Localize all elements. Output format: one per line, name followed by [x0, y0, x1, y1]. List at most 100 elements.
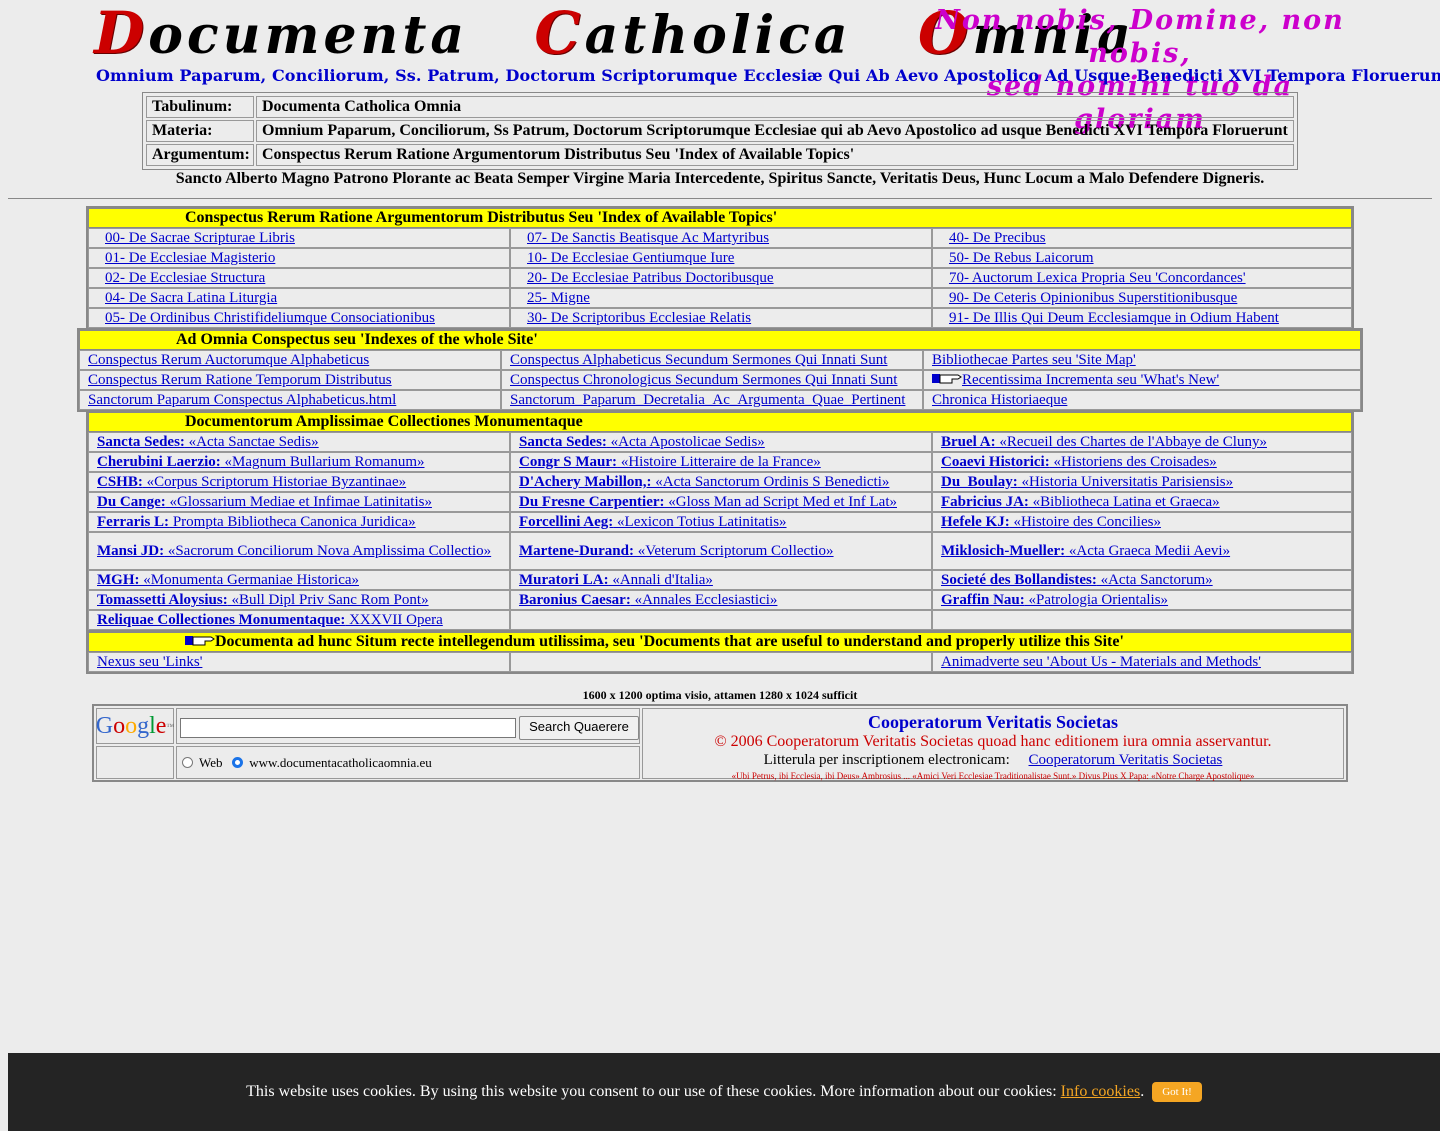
- collection-title: «Acta Sanctorum Ordinis S Benedicti»: [651, 474, 890, 490]
- collection-link[interactable]: Forcellini Aeg: «Lexicon Totius Latinita…: [519, 514, 787, 530]
- topic-link[interactable]: 91- De Illis Qui Deum Ecclesiamque in Od…: [949, 310, 1279, 326]
- index-link[interactable]: Conspectus Rerum Auctorumque Alphabeticu…: [88, 352, 369, 368]
- google-logo[interactable]: Go o g l e ™: [96, 708, 174, 744]
- collection-cell: Societé des Bollandistes: «Acta Sanctoru…: [932, 570, 1352, 590]
- topic-link[interactable]: 02- De Ecclesiae Structura: [105, 270, 265, 286]
- topic-link[interactable]: 50- De Rebus Laicorum: [949, 250, 1094, 266]
- collection-cell: Graffin Nau: «Patrologia Orientalis»: [932, 590, 1352, 610]
- collection-link[interactable]: Sancta Sedes: «Acta Apostolicae Sedis»: [519, 434, 765, 450]
- collection-link[interactable]: Du Cange: «Glossarium Mediae et Infimae …: [97, 494, 432, 510]
- collection-row: Reliquae Collectiones Monumentaque: XXXV…: [88, 610, 1352, 630]
- title-word: ocumenta: [148, 5, 469, 66]
- topic-link[interactable]: 20- De Ecclesiae Patribus Doctoribusque: [527, 270, 774, 286]
- topic-link[interactable]: 25- Migne: [527, 290, 590, 306]
- collection-cell: MGH: «Monumenta Germaniae Historica»: [88, 570, 510, 590]
- collection-title: «Acta Sanctorum»: [1096, 572, 1213, 588]
- collection-link[interactable]: Graffin Nau: «Patrologia Orientalis»: [941, 592, 1168, 608]
- collection-link[interactable]: Coaevi Historici: «Historiens des Croisa…: [941, 454, 1217, 470]
- collection-link[interactable]: MGH: «Monumenta Germaniae Historica»: [97, 572, 359, 588]
- collection-link[interactable]: Tomassetti Aloysius: «Bull Dipl Priv San…: [97, 592, 429, 608]
- search-button[interactable]: Search Quaerere: [519, 716, 639, 740]
- collection-cell: CSHB: «Corpus Scriptorum Historiae Byzan…: [88, 472, 510, 492]
- search-input-cell: Search Quaerere: [176, 708, 640, 744]
- collection-link[interactable]: Ferraris L: Prompta Bibliotheca Canonica…: [97, 514, 416, 530]
- collection-title: «Magnum Bullarium Romanum»: [220, 454, 425, 470]
- useful-cell: Nexus seu 'Links': [88, 652, 510, 672]
- collection-link[interactable]: Martene-Durand: «Veterum Scriptorum Coll…: [519, 542, 834, 560]
- collection-row: Ferraris L: Prompta Bibliotheca Canonica…: [88, 512, 1352, 532]
- topic-link[interactable]: 40- De Precibus: [949, 230, 1046, 246]
- collection-link[interactable]: Baronius Caesar: «Annales Ecclesiastici»: [519, 592, 777, 608]
- about-us-link[interactable]: Animadverte seu 'About Us - Materials an…: [941, 654, 1261, 670]
- email-label: Litterula per inscriptionem electronicam…: [763, 752, 1010, 768]
- topic-link[interactable]: 07- De Sanctis Beatisque Ac Martyribus: [527, 230, 769, 246]
- collection-link[interactable]: Mansi JD: «Sacrorum Conciliorum Nova Amp…: [97, 542, 491, 560]
- index-cell: Bibliothecae Partes seu 'Site Map': [923, 350, 1361, 370]
- collection-link[interactable]: Congr S Maur: «Histoire Litteraire de la…: [519, 454, 821, 470]
- topic-link[interactable]: 04- De Sacra Latina Liturgia: [105, 290, 277, 306]
- collection-author: Forcellini Aeg:: [519, 514, 614, 530]
- index-link[interactable]: Bibliothecae Partes seu 'Site Map': [932, 352, 1136, 368]
- collection-link[interactable]: Bruel A: «Recueil des Chartes de l'Abbay…: [941, 434, 1267, 450]
- collection-link[interactable]: Muratori LA: «Annali d'Italia»: [519, 572, 713, 588]
- collection-cell: Hefele KJ: «Histoire des Concilies»: [932, 512, 1352, 532]
- collection-title: «Acta Sanctae Sedis»: [184, 434, 319, 450]
- index-link[interactable]: Conspectus Rerum Ratione Temporum Distri…: [88, 372, 392, 388]
- index-row: Conspectus Rerum Auctorumque Alphabeticu…: [79, 350, 1361, 370]
- topic-cell: 50- De Rebus Laicorum: [932, 248, 1352, 268]
- index-link[interactable]: Sanctorum Paparum Conspectus Alphabeticu…: [88, 392, 396, 408]
- topic-link[interactable]: 01- De Ecclesiae Magisterio: [105, 250, 275, 266]
- index-link[interactable]: Recentissima Incrementa seu 'What's New': [962, 372, 1219, 388]
- index-link[interactable]: Conspectus Alphabeticus Secundum Sermone…: [510, 352, 887, 368]
- cookie-accept-button[interactable]: Got It!: [1152, 1082, 1202, 1103]
- collection-title: «Annali d'Italia»: [608, 572, 713, 588]
- index-cell: Conspectus Chronologicus Secundum Sermon…: [501, 370, 923, 390]
- topic-link[interactable]: 30- De Scriptoribus Ecclesiae Relatis: [527, 310, 751, 326]
- info-value: Conspectus Rerum Ratione Argumentorum Di…: [256, 144, 1294, 166]
- collection-link[interactable]: Miklosich-Mueller: «Acta Graeca Medii Ae…: [941, 542, 1230, 560]
- collection-title: «Gloss Man ad Script Med et Inf Lat»: [664, 494, 897, 510]
- collection-cell: Miklosich-Mueller: «Acta Graeca Medii Ae…: [932, 532, 1352, 570]
- radio-web[interactable]: [182, 757, 193, 768]
- index-link[interactable]: Chronica Historiaeque: [932, 392, 1067, 408]
- topic-link[interactable]: 10- De Ecclesiae Gentiumque Iure: [527, 250, 734, 266]
- email-link[interactable]: Cooperatorum Veritatis Societas: [1029, 752, 1223, 768]
- cookie-info-link[interactable]: Info cookies: [1061, 1083, 1141, 1100]
- site-subtitle: Omnium Paparum, Conciliorum, Ss. Patrum,…: [96, 66, 1440, 85]
- collection-cell: Reliquae Collectiones Monumentaque: XXXV…: [88, 610, 510, 630]
- collection-cell: Congr S Maur: «Histoire Litteraire de la…: [510, 452, 932, 472]
- info-key: Tabulinum:: [146, 96, 254, 118]
- collection-author: Tomassetti Aloysius:: [97, 592, 228, 608]
- collection-link[interactable]: Hefele KJ: «Histoire des Concilies»: [941, 514, 1161, 530]
- collection-author: CSHB:: [97, 474, 143, 490]
- collection-author: D'Achery Mabillon,:: [519, 474, 652, 490]
- copyright-block: Cooperatorum Veritatis Societas © 2006 C…: [642, 708, 1344, 781]
- topic-link[interactable]: 00- De Sacrae Scripturae Libris: [105, 230, 295, 246]
- topic-cell: 25- Migne: [510, 288, 932, 308]
- collection-link[interactable]: Du Fresne Carpentier: «Gloss Man ad Scri…: [519, 494, 897, 510]
- index-link[interactable]: Conspectus Chronologicus Secundum Sermon…: [510, 372, 897, 388]
- topic-link[interactable]: 90- De Ceteris Opinionibus Superstitioni…: [949, 290, 1237, 306]
- collection-link[interactable]: Fabricius JA: «Bibliotheca Latina et Gra…: [941, 494, 1220, 510]
- index-link[interactable]: Sanctorum_Paparum_Decretalia_Ac_Argument…: [510, 392, 905, 408]
- collection-link[interactable]: Du_Boulay: «Historia Universitatis Paris…: [941, 474, 1233, 490]
- collection-title: «Bull Dipl Priv Sanc Rom Pont»: [227, 592, 429, 608]
- collection-title: «Patrologia Orientalis»: [1024, 592, 1169, 608]
- collection-link[interactable]: CSHB: «Corpus Scriptorum Historiae Byzan…: [97, 474, 406, 490]
- search-input[interactable]: [180, 718, 516, 738]
- collection-link[interactable]: Cherubini Laerzio: «Magnum Bullarium Rom…: [97, 454, 425, 470]
- collection-link[interactable]: D'Achery Mabillon,: «Acta Sanctorum Ordi…: [519, 474, 889, 490]
- collection-link[interactable]: Reliquae Collectiones Monumentaque: XXXV…: [97, 612, 443, 628]
- info-value: Documenta Catholica Omnia: [256, 96, 1294, 118]
- radio-site[interactable]: [232, 757, 244, 768]
- collection-link[interactable]: Societé des Bollandistes: «Acta Sanctoru…: [941, 572, 1213, 588]
- collection-title: «Monumenta Germaniae Historica»: [139, 572, 360, 588]
- index-cell: Conspectus Alphabeticus Secundum Sermone…: [501, 350, 923, 370]
- collection-author: Du Fresne Carpentier:: [519, 494, 665, 510]
- topic-link[interactable]: 70- Auctorum Lexica Propria Seu 'Concord…: [949, 270, 1246, 286]
- collection-link[interactable]: Sancta Sedes: «Acta Sanctae Sedis»: [97, 434, 319, 450]
- collection-author: Bruel A:: [941, 434, 996, 450]
- links-link[interactable]: Nexus seu 'Links': [97, 654, 202, 670]
- topic-link[interactable]: 05- De Ordinibus Christifideliumque Cons…: [105, 310, 435, 326]
- cookie-banner: This website uses cookies. By using this…: [8, 1053, 1440, 1131]
